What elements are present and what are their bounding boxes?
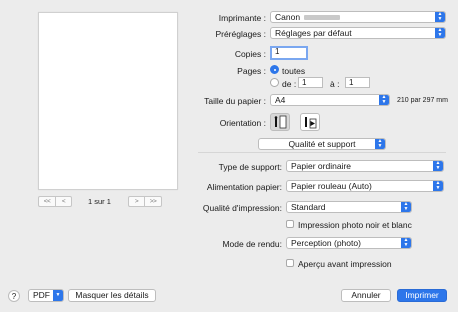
portrait-orientation-button[interactable] bbox=[270, 113, 290, 131]
media-type-popup[interactable]: Papier ordinaire ▲ ▼ bbox=[286, 160, 444, 172]
pages-label: Pages : bbox=[237, 66, 266, 76]
updown-arrows-icon: ▲ ▼ bbox=[433, 161, 443, 171]
cancel-button[interactable]: Annuler bbox=[341, 289, 391, 302]
page-counter: 1 sur 1 bbox=[88, 197, 111, 206]
first-page-icon: << bbox=[43, 198, 51, 205]
bw-photo-label: Impression photo noir et blanc bbox=[298, 220, 412, 230]
print-preview-checkbox[interactable] bbox=[286, 259, 294, 267]
presets-popup[interactable]: Réglages par défaut ▲ ▼ bbox=[270, 27, 446, 39]
paper-dimensions: 210 par 297 mm bbox=[397, 97, 448, 104]
print-quality-popup[interactable]: Standard ▲ ▼ bbox=[286, 201, 412, 213]
updown-arrows-icon: ▲ ▼ bbox=[435, 12, 445, 22]
paper-size-label: Taille du papier : bbox=[204, 96, 266, 106]
pdf-menu-button[interactable]: PDF ▼ bbox=[28, 289, 64, 302]
paper-source-value: Papier rouleau (Auto) bbox=[291, 181, 372, 191]
print-quality-value: Standard bbox=[291, 202, 326, 212]
updown-arrows-icon: ▲ ▼ bbox=[379, 95, 389, 105]
pdf-label: PDF bbox=[33, 290, 50, 300]
hide-details-label: Masquer les détails bbox=[75, 290, 149, 300]
printer-label: Imprimante : bbox=[218, 13, 266, 23]
pages-from-label: de : bbox=[282, 79, 297, 89]
previous-page-icon: < bbox=[61, 198, 66, 205]
paper-size-value: A4 bbox=[275, 95, 286, 105]
chevron-down-icon: ▼ bbox=[53, 290, 63, 301]
section-popup[interactable]: Qualité et support ▲ ▼ bbox=[258, 138, 386, 150]
printer-value: Canon bbox=[275, 12, 301, 22]
next-page-icon: > bbox=[134, 198, 139, 205]
pages-to-field[interactable]: 1 bbox=[345, 77, 370, 88]
updown-arrows-icon: ▲ ▼ bbox=[433, 181, 443, 191]
print-label: Imprimer bbox=[405, 290, 439, 300]
paper-source-popup[interactable]: Papier rouleau (Auto) ▲ ▼ bbox=[286, 180, 444, 192]
last-page-icon: >> bbox=[149, 198, 157, 205]
rendering-value: Perception (photo) bbox=[291, 238, 361, 248]
updown-arrows-icon: ▲ ▼ bbox=[401, 202, 411, 212]
first-page-button[interactable]: << bbox=[38, 196, 56, 207]
paper-source-label: Alimentation papier: bbox=[206, 182, 282, 192]
paper-size-popup[interactable]: A4 ▲ ▼ bbox=[270, 94, 390, 106]
updown-arrows-icon: ▲ ▼ bbox=[375, 139, 385, 149]
portrait-icon bbox=[274, 115, 287, 129]
help-button[interactable]: ? bbox=[8, 290, 20, 302]
cancel-label: Annuler bbox=[351, 290, 381, 300]
pages-from-field[interactable]: 1 bbox=[298, 77, 323, 88]
previous-page-button[interactable]: < bbox=[55, 196, 72, 207]
printer-popup[interactable]: Canon ▲ ▼ bbox=[270, 11, 446, 23]
copies-field[interactable]: 1 bbox=[270, 46, 308, 60]
pages-all-label: toutes bbox=[282, 66, 306, 76]
last-page-button[interactable]: >> bbox=[144, 196, 162, 207]
pages-range-radio[interactable] bbox=[270, 78, 279, 87]
landscape-orientation-button[interactable] bbox=[300, 113, 320, 131]
orientation-label: Orientation : bbox=[219, 118, 266, 128]
updown-arrows-icon: ▲ ▼ bbox=[401, 238, 411, 248]
media-type-value: Papier ordinaire bbox=[291, 161, 352, 171]
next-page-button[interactable]: > bbox=[128, 196, 145, 207]
print-quality-label: Qualité d'impression: bbox=[202, 203, 282, 213]
pages-to-label: à : bbox=[330, 79, 340, 89]
presets-label: Préréglages : bbox=[215, 29, 266, 39]
landscape-icon bbox=[305, 117, 317, 129]
printer-model-redacted bbox=[304, 15, 341, 21]
media-type-label: Type de support: bbox=[218, 162, 282, 172]
print-button[interactable]: Imprimer bbox=[397, 289, 447, 302]
rendering-popup[interactable]: Perception (photo) ▲ ▼ bbox=[286, 237, 412, 249]
rendering-label: Mode de rendu: bbox=[222, 239, 282, 249]
help-icon: ? bbox=[11, 292, 17, 301]
bw-photo-checkbox[interactable] bbox=[286, 220, 294, 228]
presets-value: Réglages par défaut bbox=[275, 28, 352, 38]
hide-details-button[interactable]: Masquer les détails bbox=[68, 289, 156, 302]
updown-arrows-icon: ▲ ▼ bbox=[435, 28, 445, 38]
pages-all-radio[interactable] bbox=[270, 65, 279, 74]
section-divider bbox=[198, 152, 446, 153]
section-value: Qualité et support bbox=[288, 139, 356, 149]
print-preview-label: Aperçu avant impression bbox=[298, 259, 392, 269]
copies-label: Copies : bbox=[234, 49, 266, 59]
print-preview-page bbox=[38, 12, 178, 190]
